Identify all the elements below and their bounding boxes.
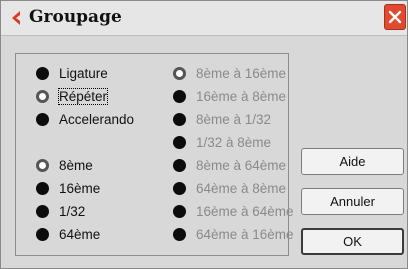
radio-dot [173, 135, 186, 149]
radio-label: 8ème à 16ème [196, 65, 287, 81]
title-bar[interactable]: Groupage [1, 1, 407, 36]
radio-label: 8ème à 64ème [196, 157, 287, 173]
radio-dot [173, 158, 186, 172]
radio-label: 1/32 à 8ème [196, 134, 272, 150]
cancel-button[interactable]: Annuler [301, 188, 404, 215]
grouping-options-panel: Ligature Répéter Accelerando 8ème 16ème … [15, 53, 294, 256]
radio-1-32-a-8eme[interactable]: 1/32 à 8ème [173, 133, 271, 151]
radio-dot [36, 181, 49, 195]
radio-16eme[interactable]: 16ème [36, 179, 100, 197]
radio-label: 64ème à 8ème [196, 180, 287, 196]
radio-ligature[interactable]: Ligature [36, 64, 108, 82]
radio-label: 16ème à 64ème [196, 203, 294, 219]
radio-16eme-a-64eme[interactable]: 16ème à 64ème [173, 202, 294, 220]
radio-8eme[interactable]: 8ème [36, 156, 93, 174]
radio-64eme-a-16eme[interactable]: 64ème à 16ème [173, 225, 294, 243]
close-button[interactable] [384, 4, 406, 30]
radio-dot [36, 66, 49, 80]
radio-label: 1/32 [59, 203, 86, 219]
radio-label: 8ème [59, 157, 93, 173]
radio-dot [36, 227, 49, 241]
radio-64eme-a-8eme[interactable]: 64ème à 8ème [173, 179, 286, 197]
radio-label: Accelerando [59, 111, 135, 127]
radio-label: 64ème [59, 226, 101, 242]
radio-dot [173, 227, 186, 241]
ok-button[interactable]: OK [301, 228, 404, 255]
radio-dot [36, 89, 49, 103]
radio-8eme-a-64eme[interactable]: 8ème à 64ème [173, 156, 286, 174]
radio-dot [173, 89, 186, 103]
radio-8eme-a-16eme[interactable]: 8ème à 16ème [173, 64, 286, 82]
radio-1-32[interactable]: 1/32 [36, 202, 85, 220]
radio-dot [36, 158, 49, 172]
radio-label: Répéter [57, 87, 109, 105]
radio-dot [173, 204, 186, 218]
radio-label: 64ème à 16ème [196, 226, 294, 242]
help-button[interactable]: Aide [301, 148, 404, 175]
radio-accelerando[interactable]: Accelerando [36, 110, 134, 128]
app-logo-icon [12, 11, 20, 25]
window-title: Groupage [29, 7, 122, 27]
groupage-dialog: Groupage Ligature Répéter Accelerando 8è… [0, 0, 408, 269]
radio-64eme[interactable]: 64ème [36, 225, 100, 243]
radio-dot [173, 181, 186, 195]
radio-dot [36, 204, 49, 218]
radio-dot [173, 112, 186, 126]
radio-8eme-a-1-32[interactable]: 8ème à 1/32 [173, 110, 271, 128]
close-icon [388, 10, 402, 24]
radio-repeter[interactable]: Répéter [36, 87, 109, 105]
radio-dot [173, 66, 186, 80]
radio-label: Ligature [59, 65, 108, 81]
radio-label: 16ème à 8ème [196, 88, 287, 104]
radio-dot [36, 112, 49, 126]
radio-label: 16ème [59, 180, 101, 196]
radio-16eme-a-8eme[interactable]: 16ème à 8ème [173, 87, 286, 105]
radio-label: 8ème à 1/32 [196, 111, 272, 127]
